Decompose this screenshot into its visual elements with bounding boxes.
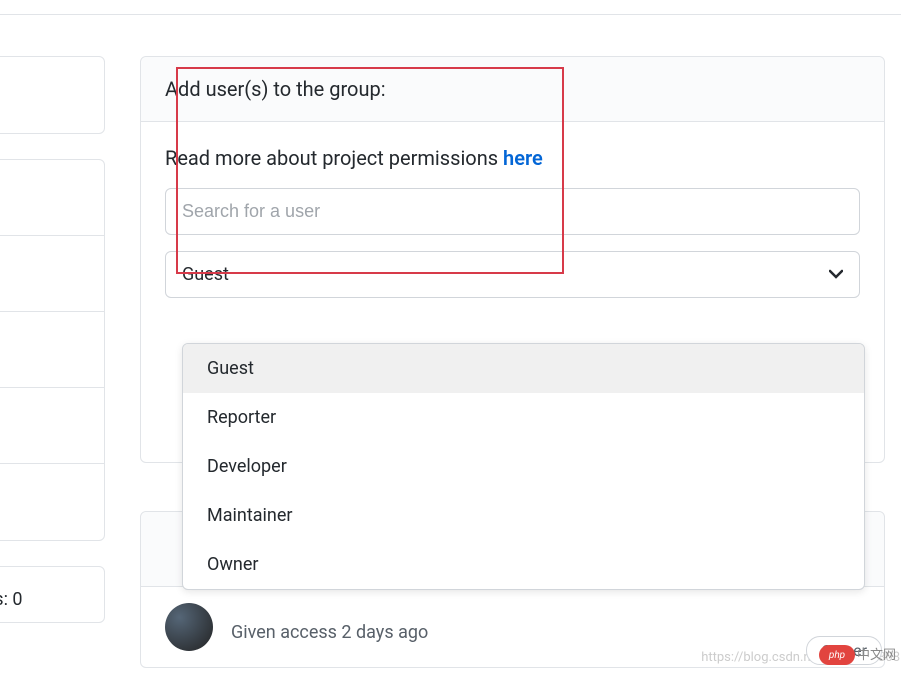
- permissions-info: Read more about project permissions here: [165, 146, 860, 170]
- member-info: Given access 2 days ago: [231, 612, 860, 643]
- left-row[interactable]: [0, 236, 104, 312]
- permissions-link[interactable]: here: [503, 146, 543, 170]
- role-selected-value: Guest: [182, 264, 229, 285]
- left-sidebar: cts: 0: [0, 56, 105, 648]
- role-option-reporter[interactable]: Reporter: [183, 393, 864, 442]
- php-logo-icon: php: [819, 645, 855, 665]
- permissions-text: Read more about project permissions: [165, 146, 503, 170]
- left-card-1: [0, 56, 105, 134]
- card-title: Add user(s) to the group:: [165, 77, 860, 101]
- role-option-maintainer[interactable]: Maintainer: [183, 491, 864, 540]
- left-card-2: [0, 159, 105, 541]
- left-card-3: cts: 0: [0, 566, 105, 623]
- left-row[interactable]: [0, 312, 104, 388]
- user-search-input[interactable]: [165, 188, 860, 235]
- role-select-dropdown[interactable]: Guest: [165, 251, 860, 298]
- project-count-label: cts: 0: [0, 579, 96, 610]
- chevron-down-icon: [829, 267, 843, 283]
- role-dropdown-list: Guest Reporter Developer Maintainer Owne…: [182, 343, 865, 590]
- left-row[interactable]: [0, 57, 104, 133]
- user-avatar[interactable]: [165, 603, 213, 651]
- top-divider: [0, 14, 901, 15]
- role-option-developer[interactable]: Developer: [183, 442, 864, 491]
- member-access-time: Given access 2 days ago: [231, 622, 860, 643]
- role-option-owner[interactable]: Owner: [183, 540, 864, 589]
- card-header: Add user(s) to the group:: [141, 57, 884, 122]
- left-row[interactable]: [0, 464, 104, 540]
- left-row[interactable]: [0, 388, 104, 464]
- watermark-cn: 中文网: [857, 644, 896, 663]
- left-row[interactable]: [0, 160, 104, 236]
- role-option-guest[interactable]: Guest: [183, 344, 864, 393]
